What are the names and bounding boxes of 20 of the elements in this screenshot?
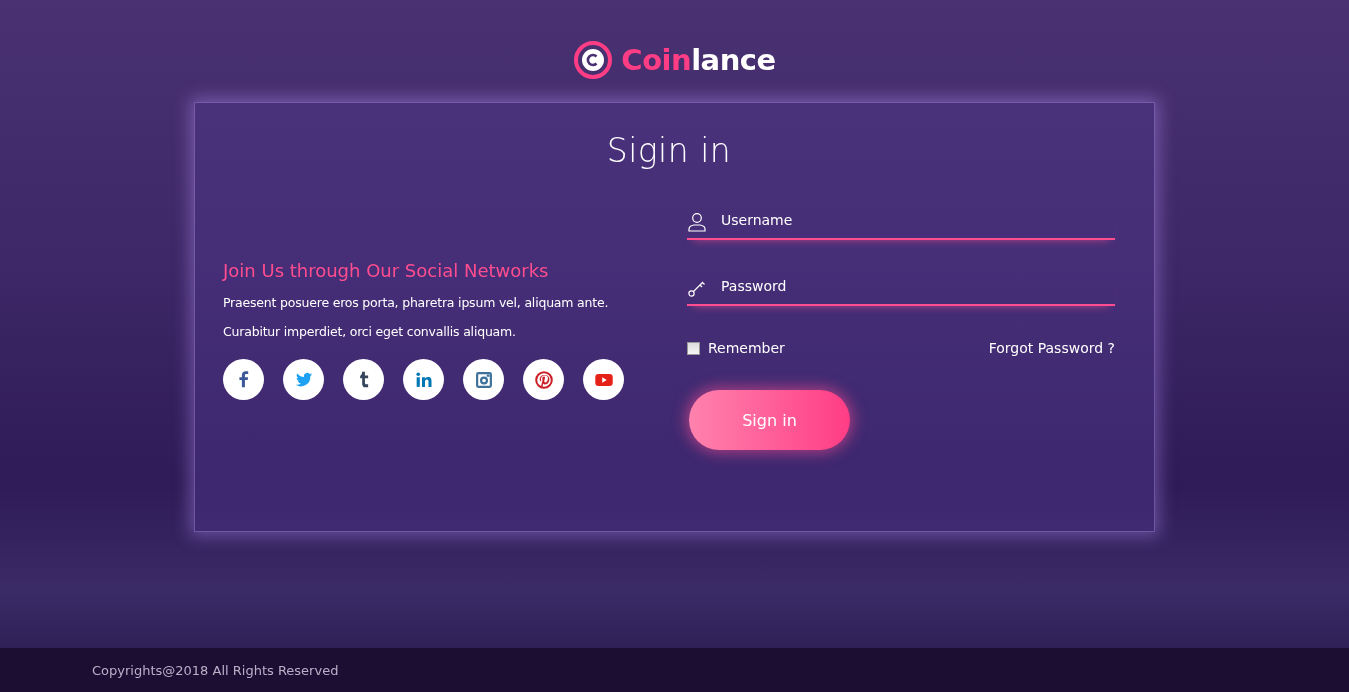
twitter-link[interactable] — [283, 359, 324, 400]
facebook-link[interactable] — [223, 359, 264, 400]
forgot-password-link[interactable]: Forgot Password ? — [988, 340, 1115, 356]
tumblr-link[interactable] — [343, 359, 384, 400]
linkedin-link[interactable] — [403, 359, 444, 400]
card-title: Sigin in — [605, 131, 733, 170]
username-field[interactable]: Username — [687, 210, 1115, 240]
password-field[interactable]: Password — [687, 276, 1115, 306]
coin-logo-icon — [573, 40, 614, 80]
instagram-link[interactable] — [463, 359, 504, 400]
remember-checkbox[interactable] — [687, 341, 700, 355]
brand-name: Coinlance — [621, 43, 776, 77]
copyright-text: Copyrights@2018 All Rights Reserved — [92, 662, 339, 678]
user-icon — [687, 212, 707, 232]
description-text: Praesent posuere eros porta, pharetra ipsum vel, aliquam ante. — [223, 295, 610, 310]
description-text: Curabitur imperdiet, orci eget convallis aliquam. — [223, 324, 517, 339]
remember-label: Remember — [708, 340, 785, 356]
social-heading: Join Us through Our Social Networks — [223, 260, 550, 281]
youtube-link[interactable] — [583, 359, 624, 400]
pinterest-link[interactable] — [523, 359, 564, 400]
